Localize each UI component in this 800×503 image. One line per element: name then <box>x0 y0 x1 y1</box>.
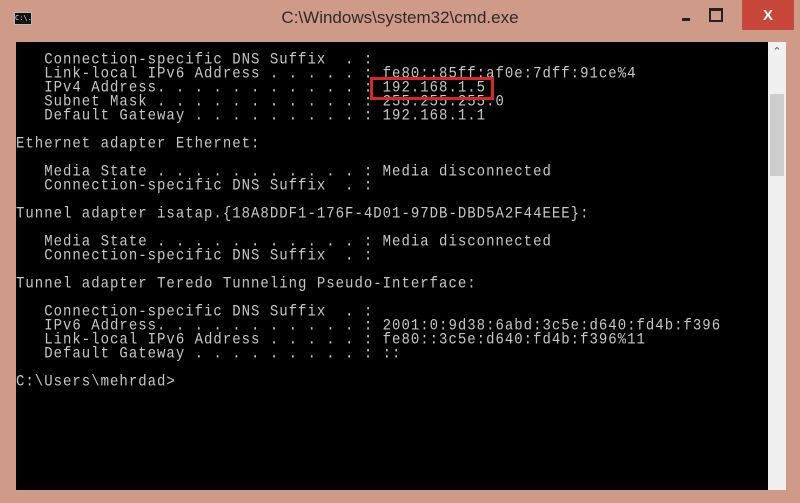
console-line: Ethernet adapter Ethernet: <box>16 134 261 154</box>
title-bar[interactable]: C:\. C:\Windows\system32\cmd.exe X <box>0 0 800 40</box>
minimize-icon <box>682 17 690 21</box>
minimize-button[interactable] <box>672 0 700 30</box>
console-line: Connection-specific DNS Suffix . : <box>16 50 374 70</box>
scrollbar-thumb[interactable] <box>770 94 784 176</box>
maximize-icon <box>709 8 723 22</box>
console-output[interactable]: C:\Users\mehrdad> Default Gateway . . . … <box>16 42 768 490</box>
console-line: Tunnel adapter isatap.{18A8DDF1-176F-4D0… <box>16 204 590 224</box>
command-prompt: C:\Users\mehrdad> <box>16 372 176 392</box>
maximize-button[interactable] <box>702 0 730 30</box>
close-button[interactable]: X <box>742 0 794 30</box>
console-line: Media State . . . . . . . . . . . : Medi… <box>16 232 552 252</box>
console-line: Tunnel adapter Teredo Tunneling Pseudo-I… <box>16 274 477 294</box>
console-line: Connection-specific DNS Suffix . : <box>16 302 374 322</box>
ipv4-highlight-box <box>370 77 494 100</box>
console-line: Media State . . . . . . . . . . . : Medi… <box>16 162 552 182</box>
vertical-scrollbar[interactable]: ⌃ <box>768 42 786 490</box>
scroll-up-arrow-icon[interactable]: ⌃ <box>768 42 786 60</box>
